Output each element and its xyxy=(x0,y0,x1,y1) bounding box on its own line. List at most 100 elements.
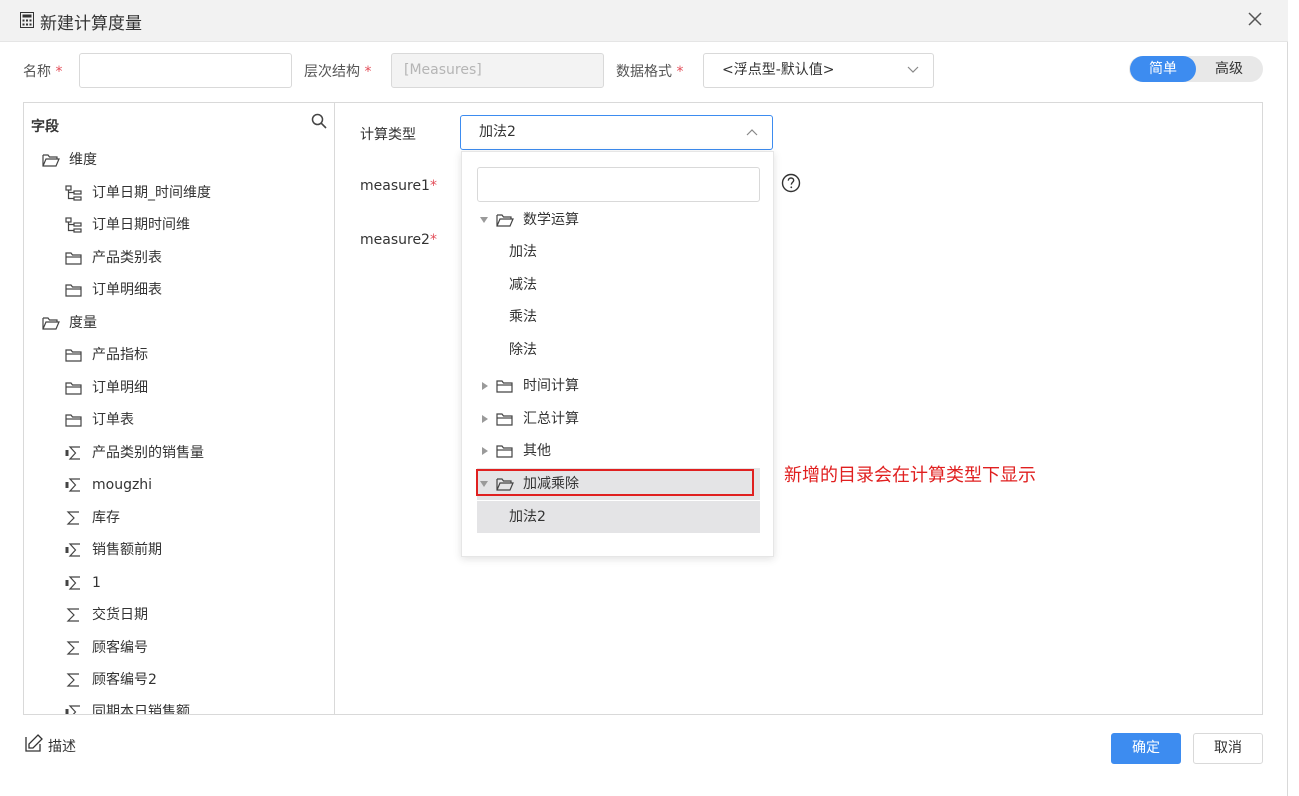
ok-button[interactable]: 确定 xyxy=(1111,733,1181,764)
background-window-edge xyxy=(1289,0,1299,796)
dropdown-option-label: 乘法 xyxy=(509,309,537,325)
dropdown-option-label: 加法 xyxy=(509,244,537,260)
dropdown-option[interactable]: 减法 xyxy=(477,269,760,301)
required-mark: * xyxy=(55,64,63,80)
caret-right-icon xyxy=(482,415,488,423)
format-label: 数据格式 * xyxy=(616,61,683,81)
dropdown-category[interactable]: 汇总计算 xyxy=(477,403,760,435)
tree-item-label: 1 xyxy=(92,575,101,591)
tree-item-label: 顾客编号 xyxy=(92,640,148,656)
simple-mode-button[interactable]: 简单 xyxy=(1130,56,1196,82)
description-label: 描述 xyxy=(48,739,76,755)
calc-type-select[interactable]: 加法2 xyxy=(460,115,773,150)
dropdown-category[interactable]: 时间计算 xyxy=(477,370,760,402)
sigma-icon xyxy=(66,608,79,622)
folder-icon xyxy=(496,413,513,426)
mode-toggle: 简单 高级 xyxy=(1129,56,1263,82)
folder-open-icon xyxy=(42,317,60,330)
measure2-label-text: measure2 xyxy=(360,232,430,248)
chevron-down-icon xyxy=(907,66,919,73)
folder-icon xyxy=(65,382,82,395)
chevron-up-icon xyxy=(746,129,758,136)
format-select[interactable]: <浮点型-默认值> xyxy=(703,53,934,88)
dropdown-category-label: 汇总计算 xyxy=(523,411,579,427)
advanced-mode-button[interactable]: 高级 xyxy=(1196,56,1262,82)
calc-measure-icon xyxy=(65,543,80,557)
tree-item-label: 产品指标 xyxy=(92,347,148,363)
calc-measure-icon xyxy=(65,478,80,492)
hierarchy-icon xyxy=(65,185,82,201)
required-mark: * xyxy=(364,64,372,80)
tree-item-label: 产品类别的销售量 xyxy=(92,445,204,461)
measure2-label: measure2* xyxy=(360,232,437,248)
folder-icon xyxy=(496,445,513,458)
tree-item-label: 销售额前期 xyxy=(92,542,162,558)
calc-type-dropdown: 数学运算 加法 减法 乘法 除法 时间计算 汇总计算 其他 加减乘除 加法2 xyxy=(461,151,774,557)
required-mark: * xyxy=(429,232,437,248)
tree-item-label: 交货日期 xyxy=(92,607,148,623)
tree-item-label: 顾客编号2 xyxy=(92,672,157,688)
dropdown-option[interactable]: 除法 xyxy=(477,334,760,366)
format-select-value: <浮点型-默认值> xyxy=(722,62,835,78)
name-input[interactable] xyxy=(79,53,292,88)
search-icon[interactable] xyxy=(311,113,327,129)
name-label-text: 名称 xyxy=(23,64,51,80)
hierarchy-label-text: 层次结构 xyxy=(304,64,360,80)
dropdown-option[interactable]: 加法2 xyxy=(477,501,760,533)
cancel-button[interactable]: 取消 xyxy=(1193,733,1263,764)
name-label: 名称 * xyxy=(23,61,62,81)
hierarchy-input: [Measures] xyxy=(391,53,604,88)
tree-item-label: 订单明细 xyxy=(92,380,148,396)
folder-open-icon xyxy=(496,214,514,227)
hierarchy-icon xyxy=(65,217,82,233)
dropdown-option[interactable]: 乘法 xyxy=(477,301,760,333)
tree-item-label: 库存 xyxy=(92,510,120,526)
calc-measure-dialog: 新建计算度量 名称 * 层次结构 * [Measures] 数据格式 * <浮点… xyxy=(0,0,1288,796)
dropdown-category-label: 数学运算 xyxy=(523,212,579,228)
hierarchy-label: 层次结构 * xyxy=(304,61,371,81)
caret-right-icon xyxy=(482,382,488,390)
required-mark: * xyxy=(676,64,684,80)
dropdown-category-label: 其他 xyxy=(523,443,551,459)
close-icon[interactable] xyxy=(1244,8,1266,30)
caret-right-icon xyxy=(482,447,488,455)
tree-item-label: 订单明细表 xyxy=(92,282,162,298)
edit-icon xyxy=(25,734,43,752)
calc-type-value: 加法2 xyxy=(479,124,516,140)
dropdown-option-label: 加法2 xyxy=(509,509,546,525)
highlight-box xyxy=(476,469,754,496)
dropdown-option-label: 减法 xyxy=(509,277,537,293)
measure1-label-text: measure1 xyxy=(360,178,430,194)
dropdown-category[interactable]: 数学运算 xyxy=(477,204,760,236)
folder-icon xyxy=(65,284,82,297)
calc-measure-icon xyxy=(65,705,80,714)
tree-item-label: 订单日期时间维 xyxy=(92,217,190,233)
fields-title: 字段 xyxy=(31,119,59,135)
dropdown-search-input[interactable] xyxy=(477,167,760,202)
tree-item-label: 订单表 xyxy=(92,412,134,428)
required-mark: * xyxy=(429,178,437,194)
folder-icon xyxy=(496,380,513,393)
caret-down-icon xyxy=(480,217,488,223)
tree-item-label: 产品类别表 xyxy=(92,250,162,266)
tree-item-label: 度量 xyxy=(69,315,97,331)
tree-item-label: 订单日期_时间维度 xyxy=(92,185,211,201)
sigma-icon xyxy=(66,673,79,687)
help-icon[interactable] xyxy=(781,173,801,193)
calculator-icon xyxy=(20,12,34,28)
measure1-label: measure1* xyxy=(360,178,437,194)
calc-measure-icon xyxy=(65,576,80,590)
dropdown-option[interactable]: 加法 xyxy=(477,236,760,268)
dialog-title: 新建计算度量 xyxy=(40,14,142,34)
sigma-icon xyxy=(66,511,79,525)
folder-icon xyxy=(65,252,82,265)
annotation-text: 新增的目录会在计算类型下显示 xyxy=(784,465,1036,486)
sigma-icon xyxy=(66,641,79,655)
dialog-titlebar: 新建计算度量 xyxy=(0,0,1288,42)
calc-type-label: 计算类型 xyxy=(360,127,416,143)
dropdown-category-label: 时间计算 xyxy=(523,378,579,394)
format-label-text: 数据格式 xyxy=(616,64,672,80)
tree-item-label: 维度 xyxy=(69,152,97,168)
folder-open-icon xyxy=(42,154,60,167)
dropdown-category[interactable]: 其他 xyxy=(477,435,760,467)
